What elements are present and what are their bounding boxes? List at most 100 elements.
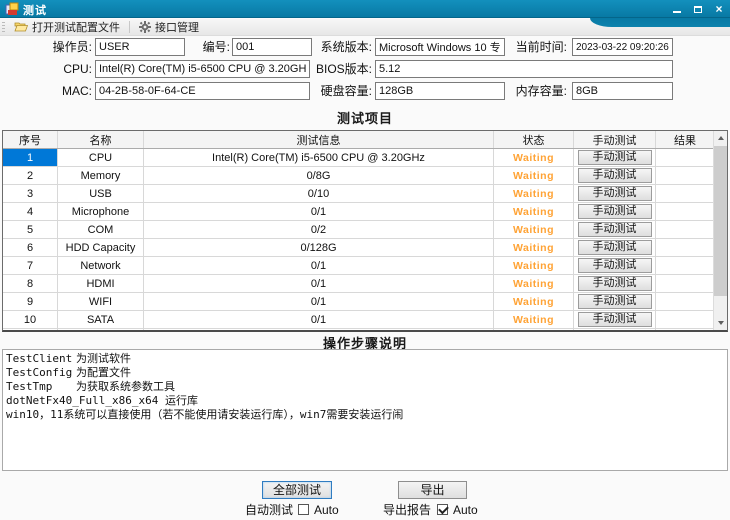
cell-result <box>656 275 714 292</box>
table-row[interactable]: 3 USB 0/10 Waiting 手动测试 <box>3 185 714 203</box>
grid-header-row: 序号 名称 测试信息 状态 手动测试 结果 <box>3 131 714 149</box>
cell-no: 7 <box>3 257 58 274</box>
cell-status: Waiting <box>494 167 574 184</box>
mac-input[interactable] <box>95 82 310 100</box>
table-row[interactable]: 2 Memory 0/8G Waiting 手动测试 <box>3 167 714 185</box>
cell-manual: 手动测试 <box>574 311 656 328</box>
cell-no: 1 <box>3 149 58 166</box>
row-manual-test-button[interactable]: 手动测试 <box>578 150 652 165</box>
auto-test-checkbox[interactable] <box>298 504 309 515</box>
export-button[interactable]: 导出 <box>398 481 467 499</box>
header-result: 结果 <box>656 131 714 148</box>
header-info: 测试信息 <box>144 131 494 148</box>
cell-manual: 手动测试 <box>574 149 656 166</box>
export-report-label: 导出报告 <box>383 503 431 517</box>
cell-name: USB <box>58 185 144 202</box>
cell-info: 0/10 <box>144 185 494 202</box>
export-report-checkbox[interactable] <box>437 504 448 515</box>
cell-info: 0/8G <box>144 167 494 184</box>
cell-info: 0/128G <box>144 239 494 256</box>
minimize-icon[interactable] <box>670 3 684 15</box>
cell-info: 0/1 <box>144 293 494 310</box>
bios-version-input[interactable] <box>375 60 673 78</box>
cell-info: 0/1 <box>144 203 494 220</box>
operator-input[interactable] <box>95 38 185 56</box>
cpu-label: CPU: <box>10 60 92 78</box>
cell-result <box>656 329 714 332</box>
cell-status: Waiting <box>494 275 574 292</box>
row-manual-test-button[interactable]: 手动测试 <box>578 204 652 219</box>
hdd-capacity-input[interactable] <box>375 82 505 100</box>
cell-info: 0/1 <box>144 311 494 328</box>
scroll-down-icon[interactable] <box>714 316 727 330</box>
grid-scrollbar[interactable] <box>713 131 727 330</box>
row-manual-test-button[interactable]: 手动测试 <box>578 276 652 291</box>
table-row[interactable]: 10 SATA 0/1 Waiting 手动测试 <box>3 311 714 329</box>
close-icon[interactable]: × <box>712 3 726 15</box>
row-manual-test-button[interactable]: 手动测试 <box>578 186 652 201</box>
os-version-input[interactable] <box>375 38 505 56</box>
table-row[interactable]: 手动测试 <box>3 329 714 332</box>
table-row[interactable]: 4 Microphone 0/1 Waiting 手动测试 <box>3 203 714 221</box>
cell-no: 2 <box>3 167 58 184</box>
number-input[interactable] <box>232 38 312 56</box>
toolbar-grip <box>2 22 5 33</box>
cell-status: Waiting <box>494 221 574 238</box>
row-manual-test-button[interactable]: 手动测试 <box>578 312 652 327</box>
gear-icon <box>139 21 151 33</box>
cell-name: SATA <box>58 311 144 328</box>
maximize-icon[interactable] <box>691 3 705 15</box>
cell-status: Waiting <box>494 185 574 202</box>
cell-status: Waiting <box>494 293 574 310</box>
test-all-button[interactable]: 全部测试 <box>262 481 332 499</box>
instruction-line: TestConfig为配置文件 <box>6 366 724 380</box>
ram-capacity-label: 内存容量: <box>505 82 567 100</box>
cell-status: Waiting <box>494 239 574 256</box>
instruction-line: TestTmp为获取系统参数工具 <box>6 380 724 394</box>
toolbar-separator <box>129 21 130 33</box>
cell-no: 9 <box>3 293 58 310</box>
cell-result <box>656 149 714 166</box>
open-config-button[interactable]: 打开测试配置文件 <box>9 18 125 36</box>
cell-manual: 手动测试 <box>574 221 656 238</box>
operator-label: 操作员: <box>10 38 92 56</box>
titlebar[interactable]: 测试 × <box>0 0 730 18</box>
instructions-textarea[interactable]: TestClient为测试软件 TestConfig为配置文件 TestTmp为… <box>2 349 728 471</box>
scrollbar-thumb[interactable] <box>714 146 727 296</box>
table-row[interactable]: 7 Network 0/1 Waiting 手动测试 <box>3 257 714 275</box>
row-manual-test-button[interactable]: 手动测试 <box>578 294 652 309</box>
cell-no: 10 <box>3 311 58 328</box>
cell-manual: 手动测试 <box>574 293 656 310</box>
table-row[interactable]: 9 WIFI 0/1 Waiting 手动测试 <box>3 293 714 311</box>
number-label: 编号: <box>185 38 230 56</box>
scroll-up-icon[interactable] <box>714 131 727 145</box>
cell-info <box>144 329 494 332</box>
row-manual-test-button[interactable]: 手动测试 <box>578 222 652 237</box>
row-manual-test-button[interactable]: 手动测试 <box>578 330 652 332</box>
cell-result <box>656 185 714 202</box>
table-row[interactable]: 1 CPU Intel(R) Core(TM) i5-6500 CPU @ 3.… <box>3 149 714 167</box>
cell-no <box>3 329 58 332</box>
header-no: 序号 <box>3 131 58 148</box>
cell-status <box>494 329 574 332</box>
row-manual-test-button[interactable]: 手动测试 <box>578 168 652 183</box>
current-time-label: 当前时间: <box>505 38 567 56</box>
interface-mgmt-button[interactable]: 接口管理 <box>134 18 204 36</box>
cell-result <box>656 257 714 274</box>
row-manual-test-button[interactable]: 手动测试 <box>578 240 652 255</box>
cell-status: Waiting <box>494 203 574 220</box>
system-info-form: 操作员: 编号: 系统版本: 当前时间: CPU: BIOS版本: MAC: 硬… <box>0 36 730 102</box>
table-row[interactable]: 5 COM 0/2 Waiting 手动测试 <box>3 221 714 239</box>
ram-capacity-input[interactable] <box>572 82 673 100</box>
cpu-input[interactable] <box>95 60 310 78</box>
current-time-input[interactable] <box>572 38 673 56</box>
table-row[interactable]: 8 HDMI 0/1 Waiting 手动测试 <box>3 275 714 293</box>
cell-name: Network <box>58 257 144 274</box>
cell-no: 5 <box>3 221 58 238</box>
row-manual-test-button[interactable]: 手动测试 <box>578 258 652 273</box>
cell-status: Waiting <box>494 311 574 328</box>
cell-status: Waiting <box>494 257 574 274</box>
cell-manual: 手动测试 <box>574 257 656 274</box>
cell-name: COM <box>58 221 144 238</box>
table-row[interactable]: 6 HDD Capacity 0/128G Waiting 手动测试 <box>3 239 714 257</box>
